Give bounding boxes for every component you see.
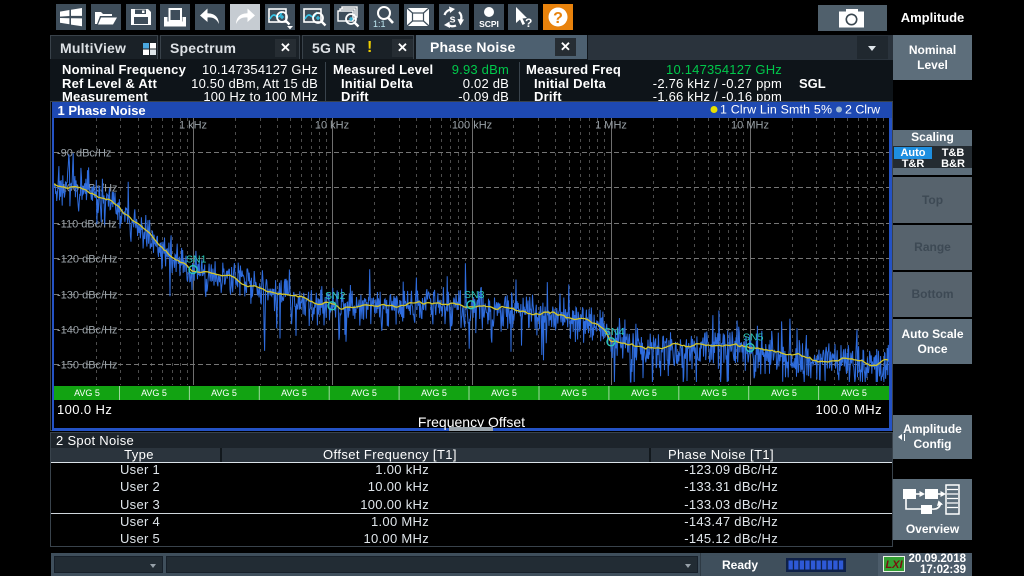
svg-text:AVG 5: AVG 5 — [141, 388, 167, 398]
svg-text:-110 dBc/Hz: -110 dBc/Hz — [57, 219, 117, 231]
svg-text:SN5: SN5 — [743, 332, 764, 344]
svg-text:SN1: SN1 — [186, 254, 207, 266]
svg-text:10 MHz: 10 MHz — [731, 120, 769, 132]
svg-text:?: ? — [553, 10, 563, 27]
svg-text:1:1: 1:1 — [373, 19, 386, 29]
svg-text:-90 dBc/Hz: -90 dBc/Hz — [57, 148, 111, 160]
svg-text:SN2: SN2 — [325, 290, 346, 302]
svg-text:AVG 5: AVG 5 — [281, 388, 307, 398]
svg-text:SN4: SN4 — [604, 326, 625, 338]
svg-text:-130 dBc/Hz: -130 dBc/Hz — [57, 290, 118, 302]
svg-text:AVG 5: AVG 5 — [74, 388, 100, 398]
svg-text:-150 dBc/Hz: -150 dBc/Hz — [57, 360, 118, 372]
svg-text:AVG 5: AVG 5 — [771, 388, 797, 398]
svg-text:s: s — [450, 14, 456, 26]
svg-text:AVG 5: AVG 5 — [211, 388, 237, 398]
svg-text:AVG 5: AVG 5 — [421, 388, 447, 398]
svg-text:AVG 5: AVG 5 — [631, 388, 657, 398]
svg-text:AVG 5: AVG 5 — [841, 388, 867, 398]
svg-text:-140 dBc/Hz: -140 dBc/Hz — [57, 325, 118, 337]
svg-text:-120 dBc/Hz: -120 dBc/Hz — [57, 254, 118, 266]
svg-text:2 Clrw: 2 Clrw — [845, 103, 880, 117]
svg-text:AVG 5: AVG 5 — [351, 388, 377, 398]
svg-text:?: ? — [525, 16, 532, 30]
svg-text:10 kHz: 10 kHz — [315, 120, 349, 132]
svg-text:100 kHz: 100 kHz — [452, 120, 492, 132]
svg-text:1 kHz: 1 kHz — [179, 120, 207, 132]
svg-text:AVG 5: AVG 5 — [561, 388, 587, 398]
svg-text:SCPI: SCPI — [479, 19, 499, 29]
svg-text:SN3: SN3 — [464, 289, 485, 301]
svg-text:1 MHz: 1 MHz — [595, 120, 627, 132]
svg-text:AVG 5: AVG 5 — [701, 388, 727, 398]
svg-text:AVG 5: AVG 5 — [491, 388, 517, 398]
svg-text:1 Clrw Lin Smth 5%: 1 Clrw Lin Smth 5% — [720, 103, 832, 117]
